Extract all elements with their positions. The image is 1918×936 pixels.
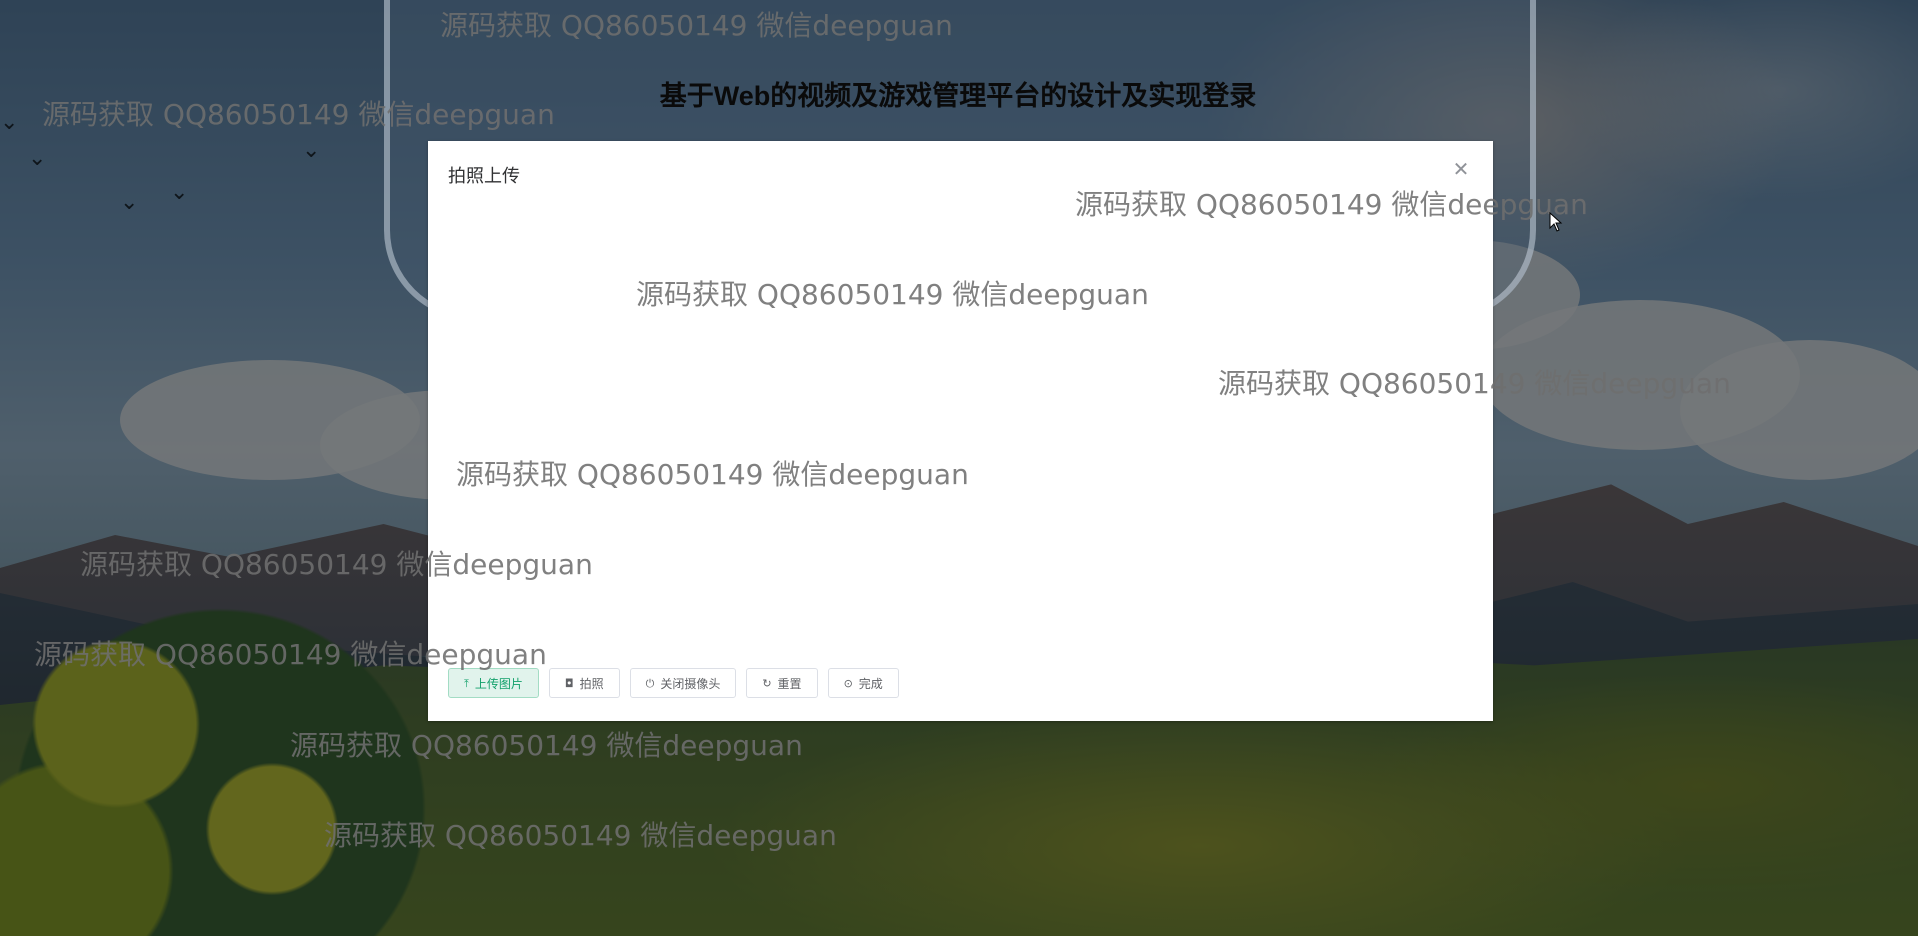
done-button[interactable]: ⊙ 完成	[827, 668, 899, 698]
close-icon[interactable]: ✕	[1449, 157, 1473, 181]
close-camera-button[interactable]: ⏻ 关闭摄像头	[629, 668, 737, 698]
camera-preview	[448, 201, 1473, 641]
reset-button[interactable]: ↻ 重置	[746, 668, 818, 698]
take-photo-button[interactable]: ◘ 拍照	[548, 668, 620, 698]
photo-upload-dialog: 拍照上传 ✕ ⤒ 上传图片 ◘ 拍照 ⏻ 关闭摄像头 ↻ 重置 ⊙ 完成	[428, 141, 1493, 721]
reset-label: 重置	[777, 676, 802, 691]
page-title: 基于Web的视频及游戏管理平台的设计及实现登录	[659, 81, 1257, 111]
upload-image-label: 上传图片	[474, 676, 523, 691]
upload-icon: ⤒	[464, 676, 469, 690]
upload-image-button[interactable]: ⤒ 上传图片	[448, 668, 539, 698]
close-camera-label: 关闭摄像头	[660, 676, 721, 691]
dialog-title: 拍照上传	[448, 166, 520, 186]
refresh-icon: ↻	[762, 676, 772, 690]
power-icon: ⏻	[645, 676, 655, 690]
done-label: 完成	[858, 676, 883, 691]
take-photo-label: 拍照	[579, 676, 604, 691]
dialog-button-row: ⤒ 上传图片 ◘ 拍照 ⏻ 关闭摄像头 ↻ 重置 ⊙ 完成	[448, 668, 899, 698]
camera-icon: ◘	[564, 676, 574, 690]
mouse-cursor-icon	[1549, 212, 1563, 232]
circle-check-icon: ⊙	[843, 676, 853, 690]
